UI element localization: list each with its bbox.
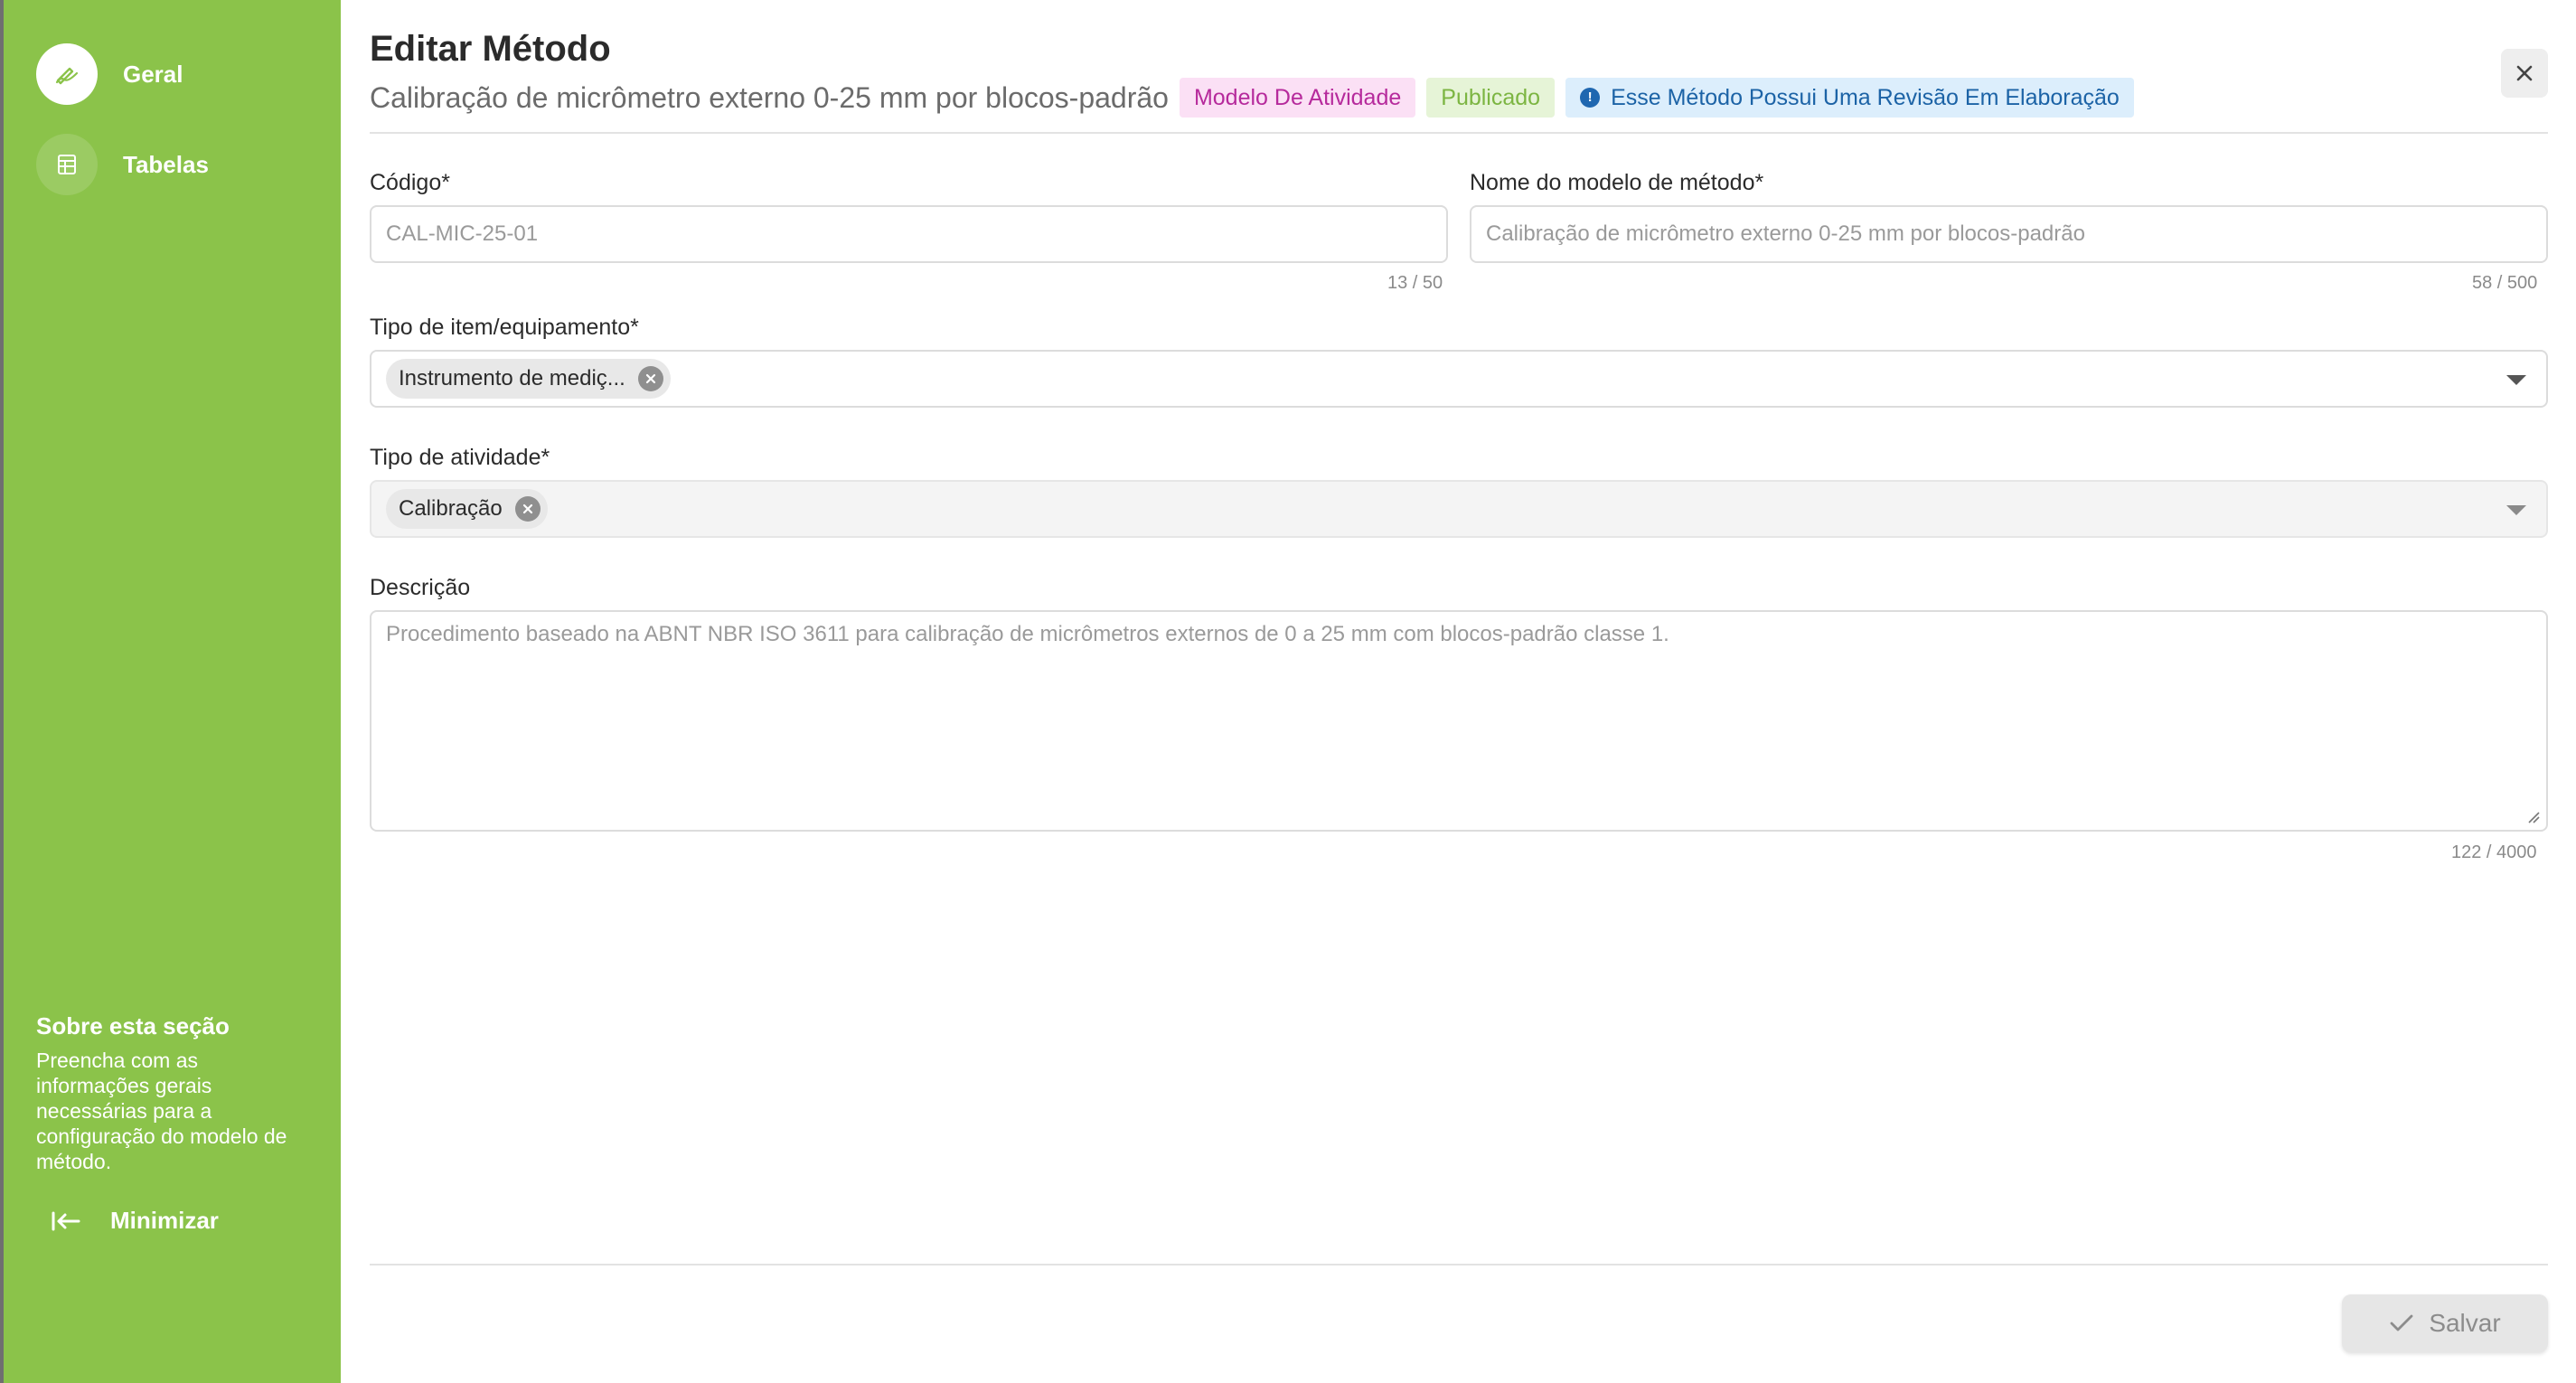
revision-tag-label: Esse Método Possui Uma Revisão Em Elabor… <box>1611 85 2120 110</box>
close-icon <box>2516 65 2533 81</box>
chevron-down-icon[interactable] <box>2506 505 2526 515</box>
tipo-atividade-label: Tipo de atividade* <box>370 445 550 470</box>
pencil-icon <box>36 43 98 105</box>
remove-chip-icon[interactable] <box>637 366 663 391</box>
minimize-label: Minimizar <box>110 1207 219 1234</box>
collapse-left-icon <box>52 1211 80 1230</box>
page-title: Editar Método <box>370 29 611 69</box>
minimize-button[interactable]: Minimizar <box>51 1207 219 1235</box>
tipo-item-label: Tipo de item/equipamento* <box>370 315 639 340</box>
published-tag: Publicado <box>1426 78 1556 118</box>
tipo-atividade-select[interactable]: Calibração <box>370 480 2548 538</box>
sidebar-item-label: Geral <box>123 60 183 88</box>
chevron-down-icon[interactable] <box>2506 375 2526 385</box>
chip-label: Calibração <box>399 496 503 521</box>
chip-label: Instrumento de mediç... <box>399 366 625 390</box>
selected-chip: Instrumento de mediç... <box>386 359 671 399</box>
about-section: Sobre esta seção Preencha com as informa… <box>36 1012 307 1174</box>
descricao-label: Descrição <box>370 575 471 600</box>
remove-chip-icon[interactable] <box>514 496 541 522</box>
check-icon <box>2390 1314 2413 1331</box>
save-button[interactable]: Salvar <box>2342 1294 2548 1352</box>
selected-chip: Calibração <box>386 489 548 529</box>
edit-method-window: Geral Tabelas Sobre esta seção Preencha … <box>0 0 2576 1383</box>
close-button[interactable] <box>2501 49 2548 98</box>
method-subtitle: Calibração de micrômetro externo 0-25 mm… <box>370 80 1169 114</box>
subtitle-row: Calibração de micrômetro externo 0-25 mm… <box>370 78 2145 118</box>
resize-handle-icon[interactable] <box>2526 810 2541 824</box>
revision-tag: ! Esse Método Possui Uma Revisão Em Elab… <box>1565 78 2134 118</box>
main-content: Editar Método Calibração de micrômetro e… <box>370 0 2548 1383</box>
sidebar-item-geral[interactable]: Geral <box>36 43 183 105</box>
descricao-text: Procedimento baseado na ABNT NBR ISO 361… <box>386 622 1669 646</box>
sidebar-item-tabelas[interactable]: Tabelas <box>36 134 209 195</box>
nome-counter: 58 / 500 <box>2472 273 2538 293</box>
codigo-label: Código* <box>370 170 450 195</box>
about-text: Preencha com as informações gerais neces… <box>36 1049 287 1173</box>
footer-divider <box>370 1264 2548 1265</box>
sidebar: Geral Tabelas Sobre esta seção Preencha … <box>4 0 341 1383</box>
codigo-counter: 13 / 50 <box>1387 273 1443 293</box>
info-icon: ! <box>1580 88 1601 108</box>
descricao-counter: 122 / 4000 <box>2451 842 2537 862</box>
tipo-item-select[interactable]: Instrumento de mediç... <box>370 350 2548 408</box>
table-icon <box>36 134 98 195</box>
nome-label: Nome do modelo de método* <box>1470 170 1764 195</box>
descricao-textarea[interactable]: Procedimento baseado na ABNT NBR ISO 361… <box>370 610 2548 832</box>
nome-input[interactable]: Calibração de micrômetro externo 0-25 mm… <box>1470 205 2548 263</box>
save-label: Salvar <box>2429 1309 2501 1337</box>
sidebar-item-label: Tabelas <box>123 150 209 178</box>
model-tag: Modelo De Atividade <box>1179 78 1416 118</box>
header-divider <box>370 132 2548 134</box>
about-title: Sobre esta seção <box>36 1012 230 1040</box>
codigo-input[interactable]: CAL-MIC-25-01 <box>370 205 1448 263</box>
